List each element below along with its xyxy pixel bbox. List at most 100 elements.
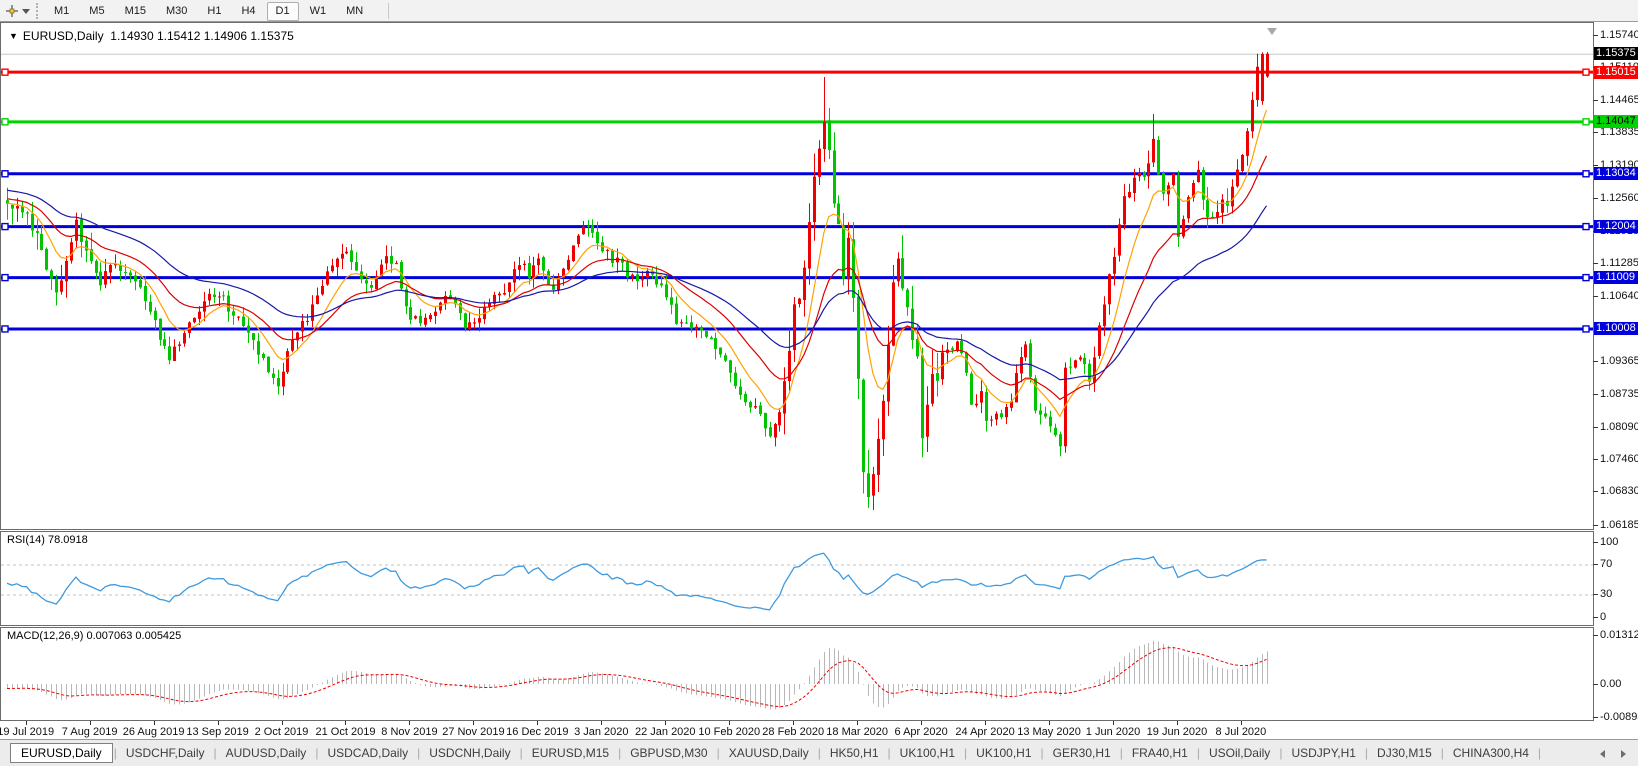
toolbar-separator [388, 3, 389, 19]
rsi-axis-tick [1593, 594, 1598, 595]
tab-separator: | [964, 746, 968, 760]
tab-separator: | [1279, 746, 1283, 760]
timeframe-button-m30[interactable]: M30 [157, 2, 196, 21]
tab-china300-h4[interactable]: CHINA300,H4 [1445, 743, 1537, 763]
tab-gbpusd-m30[interactable]: GBPUSD,M30 [622, 743, 715, 763]
cursor-tool-dropdown-icon[interactable] [22, 9, 30, 14]
date-axis-tick [1049, 721, 1051, 725]
tab-scroll-right-icon[interactable] [1621, 750, 1626, 758]
rsi-axis-label: 30 [1600, 588, 1613, 600]
date-axis-label: 13 May 2020 [1017, 726, 1081, 738]
price-axis-label: 1.10640 [1600, 290, 1638, 303]
tab-usdcnh-daily[interactable]: USDCNH,Daily [421, 743, 518, 763]
date-axis-label: 10 Feb 2020 [698, 726, 761, 738]
tab-eurusd-m15[interactable]: EURUSD,M15 [524, 743, 617, 763]
date-axis-tick [281, 721, 283, 725]
price-axis-label: 1.14465 [1600, 93, 1638, 106]
timeframe-button-m15[interactable]: M15 [116, 2, 155, 21]
macd-axis-tick [1593, 634, 1598, 636]
date-axis[interactable]: 19 Jul 2019 7 Aug 2019 26 Aug 2019 13 Sep 2… [0, 721, 1594, 739]
tab-separator: | [887, 746, 891, 760]
tab-usdcad-daily[interactable]: USDCAD,Daily [319, 743, 416, 763]
rsi-axis-tick [1593, 564, 1598, 565]
cursor-tool-icon[interactable] [5, 4, 19, 18]
bottom-tabs: EURUSD,Daily | USDCHF,Daily | AUDUSD,Daily | U… [10, 740, 1542, 766]
date-axis-label: 21 Oct 2019 [315, 726, 376, 738]
price-axis-label: 1.09365 [1600, 355, 1638, 368]
rsi-indicator-canvas[interactable] [1, 532, 1593, 625]
chart-title: ▼ EURUSD,Daily 1.14930 1.15412 1.14906 1.… [9, 29, 294, 43]
price-axis-tick [1593, 197, 1598, 199]
tab-separator: | [1440, 746, 1444, 760]
date-axis-tick [1113, 721, 1114, 725]
main-chart-canvas[interactable] [1, 23, 1593, 529]
tab-usoil-daily[interactable]: USOil,Daily [1201, 743, 1278, 763]
tab-scroll-arrows [1598, 748, 1628, 760]
timeframe-button-d1[interactable]: D1 [266, 1, 299, 21]
timeframe-buttons: M1 M5 M15 M30 H1 H4 D1 W1 MN [44, 0, 373, 22]
timeframe-button-m5[interactable]: M5 [80, 2, 113, 21]
date-axis-label: 19 Jun 2020 [1146, 726, 1208, 738]
price-axis-label: 1.11285 [1600, 256, 1638, 269]
chart-symbol-label: EURUSD,Daily [22, 29, 104, 43]
date-axis-tick [153, 721, 155, 725]
price-axis-label: 1.08735 [1600, 387, 1638, 400]
timeframe-button-mn[interactable]: MN [337, 2, 372, 21]
rsi-axis-tick [1593, 616, 1598, 618]
date-axis-tick [473, 721, 475, 725]
timeframe-button-h1[interactable]: H1 [198, 2, 230, 21]
price-level-badge: 1.10008 [1594, 322, 1638, 336]
tab-ger30-h1[interactable]: GER30,H1 [1045, 743, 1119, 763]
tab-uk100-h1[interactable]: UK100,H1 [892, 743, 963, 763]
macd-indicator-canvas[interactable] [1, 628, 1593, 720]
tab-separator: | [417, 746, 421, 760]
date-axis-tick [601, 721, 603, 725]
tab-fra40-h1[interactable]: FRA40,H1 [1124, 743, 1196, 763]
macd-axis-tick [1593, 683, 1598, 685]
chart-ohlc-values: 1.14930 1.15412 1.14906 1.15375 [110, 29, 294, 43]
price-axis-label: 1.12560 [1600, 191, 1638, 204]
date-axis-label: 8 Jul 2020 [1215, 726, 1267, 738]
timeframe-button-m1[interactable]: M1 [45, 2, 78, 21]
price-level-badge: 1.15015 [1594, 65, 1638, 79]
tab-separator: | [1196, 746, 1200, 760]
tab-uk100-h1[interactable]: UK100,H1 [968, 743, 1039, 763]
price-axis-tick [1593, 361, 1598, 363]
date-axis-label: 13 Sep 2019 [186, 726, 249, 738]
trading-platform-window: M1 M5 M15 M30 H1 H4 D1 W1 MN ▼ EURUSD,Daily 1.149… [0, 0, 1638, 766]
tab-separator: | [315, 746, 319, 760]
tab-usdchf-daily[interactable]: USDCHF,Daily [118, 743, 213, 763]
current-price-badge: 1.15375 [1594, 47, 1638, 61]
date-axis-label: 19 Jul 2019 [0, 726, 55, 738]
tab-eurusd-daily[interactable]: EURUSD,Daily [10, 743, 113, 763]
date-axis-label: 16 Dec 2019 [506, 726, 569, 738]
date-axis-tick [793, 721, 795, 725]
tab-separator: | [519, 746, 523, 760]
tab-separator: | [113, 746, 117, 760]
tab-separator: | [716, 746, 720, 760]
date-axis-tick [1176, 721, 1178, 725]
date-axis-label: 7 Aug 2019 [61, 726, 118, 738]
tab-xauusd-daily[interactable]: XAUUSD,Daily [721, 743, 817, 763]
rsi-axis-tick [1593, 541, 1598, 543]
price-axis-tick [1593, 165, 1598, 167]
toolbar-grip[interactable] [36, 3, 38, 19]
timeframe-button-w1[interactable]: W1 [301, 2, 336, 21]
macd-axis-tick [1593, 716, 1598, 718]
tab-hk50-h1[interactable]: HK50,H1 [822, 743, 887, 763]
tab-usdjpy-h1[interactable]: USDJPY,H1 [1283, 743, 1363, 763]
price-axis-label: 1.08090 [1600, 420, 1638, 433]
tab-scroll-left-icon[interactable] [1600, 750, 1605, 758]
timeframe-button-h4[interactable]: H4 [232, 2, 264, 21]
price-level-badge: 1.12004 [1594, 220, 1638, 234]
macd-axis-label: 0.013121 [1600, 628, 1638, 641]
price-axis-tick [1593, 524, 1598, 526]
price-axis-tick [1593, 393, 1598, 395]
rsi-axis-label: 0 [1600, 610, 1607, 623]
price-axis-label: 1.06830 [1600, 485, 1638, 498]
tab-audusd-daily[interactable]: AUDUSD,Daily [218, 743, 315, 763]
date-axis-tick [409, 721, 411, 725]
price-axis-tick [1593, 99, 1598, 101]
chart-menu-caret-icon[interactable]: ▼ [9, 31, 18, 41]
tab-dj30-m15[interactable]: DJ30,M15 [1369, 743, 1440, 763]
